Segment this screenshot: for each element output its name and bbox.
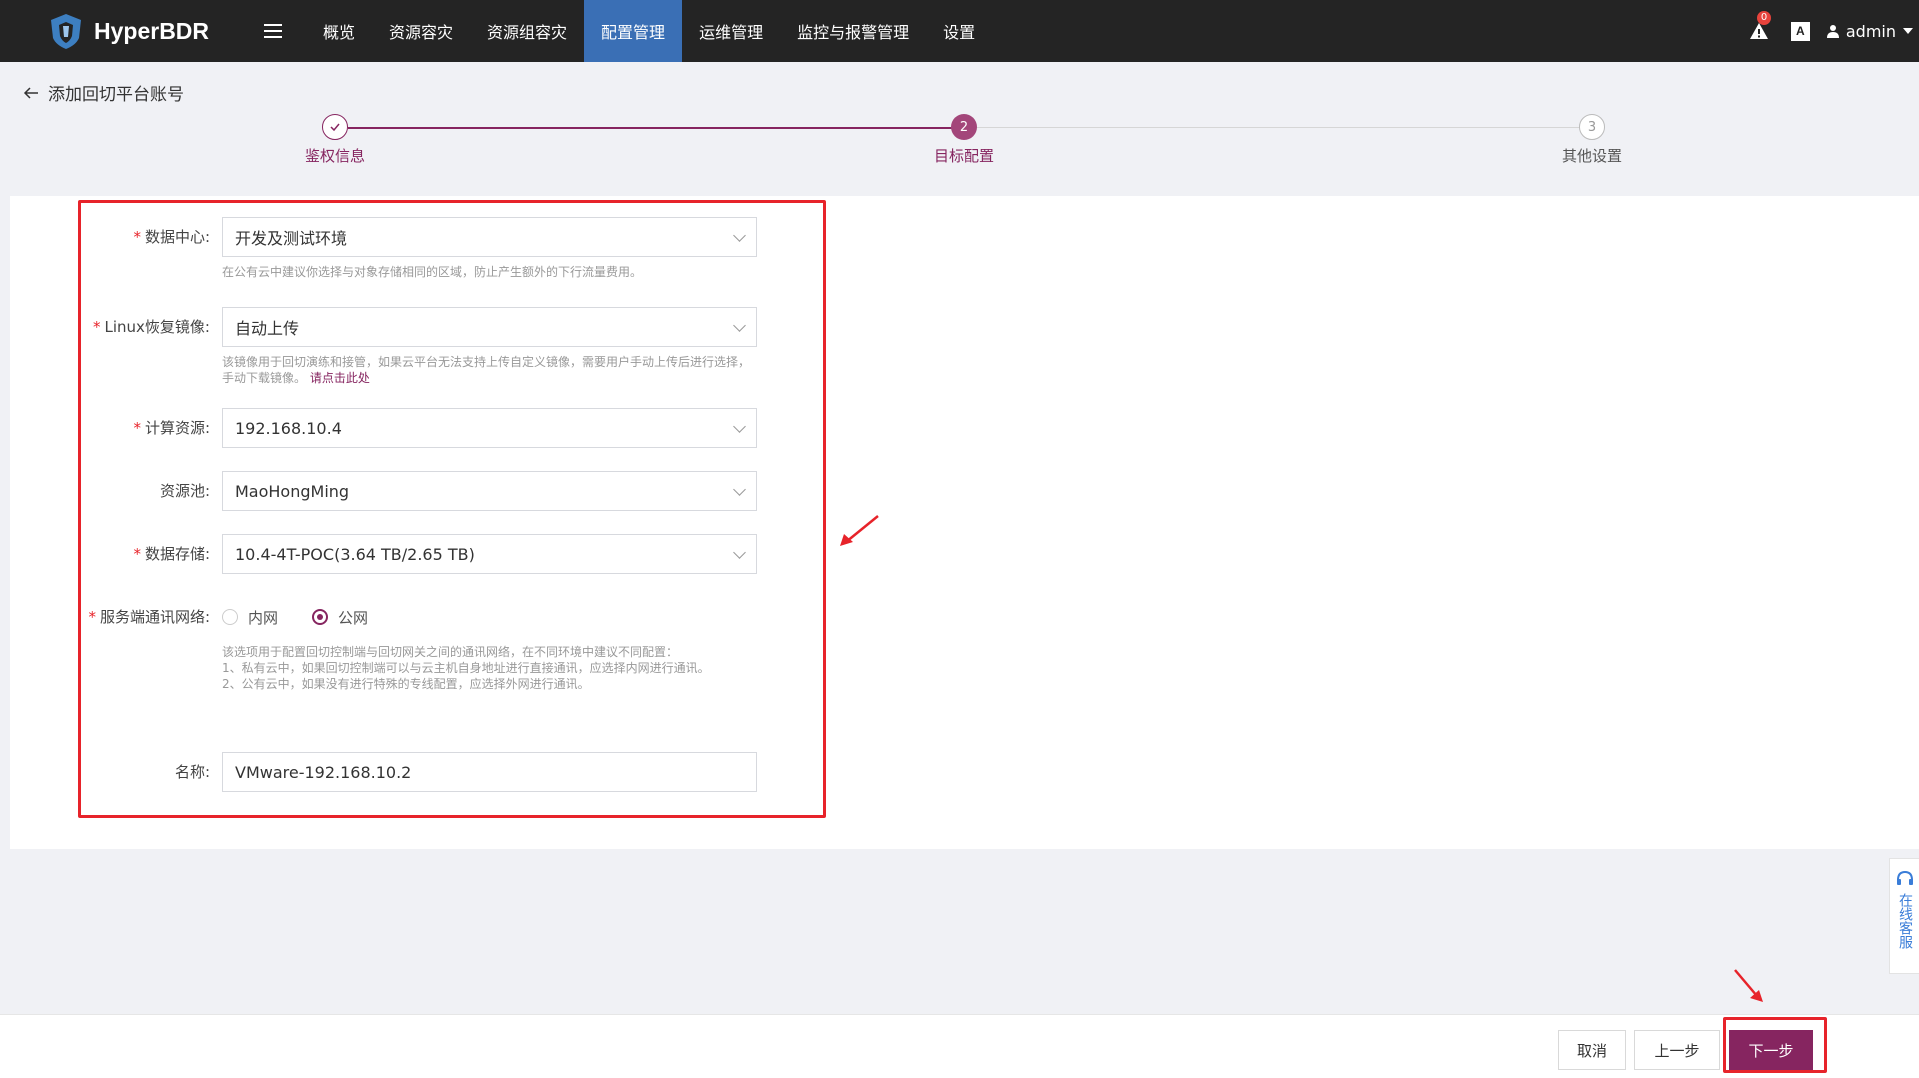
- step-2: 2 目标配置: [904, 108, 1024, 166]
- language-switch-icon[interactable]: A: [1790, 21, 1810, 41]
- wizard-steps: 鉴权信息 2 目标配置 3 其他设置: [0, 108, 1919, 168]
- footer-bar: [0, 1014, 1919, 1078]
- step-connector-done: [348, 127, 964, 129]
- nav-item-5[interactable]: 监控与报警管理: [780, 0, 926, 62]
- main-nav: 概览 资源容灾 资源组容灾 配置管理 运维管理 监控与报警管理 设置: [306, 0, 992, 62]
- page-header: 添加回切平台账号: [22, 80, 184, 105]
- shield-logo-icon: [51, 14, 81, 49]
- step-1: 鉴权信息: [275, 108, 395, 166]
- back-arrow-icon[interactable]: [22, 84, 40, 102]
- page-title: 添加回切平台账号: [48, 85, 184, 105]
- nav-item-0[interactable]: 概览: [306, 0, 372, 62]
- nav-item-1[interactable]: 资源容灾: [372, 0, 470, 62]
- user-menu[interactable]: admin: [1826, 22, 1913, 41]
- step-3: 3 其他设置: [1532, 108, 1652, 166]
- step-2-label: 目标配置: [933, 147, 994, 165]
- annotation-arrow-icon: [840, 515, 879, 546]
- prev-step-button[interactable]: 上一步: [1634, 1030, 1720, 1070]
- step-2-number: 2: [951, 114, 977, 140]
- brand-logo[interactable]: HyperBDR: [46, 11, 242, 51]
- headset-icon: [1896, 870, 1913, 885]
- brand-name: HyperBDR: [94, 17, 210, 44]
- check-icon: [322, 114, 348, 140]
- step-connector-pending: [977, 127, 1582, 128]
- nav-item-6[interactable]: 设置: [926, 0, 992, 62]
- user-name: admin: [1845, 21, 1896, 41]
- alert-count-badge: 0: [1756, 11, 1772, 25]
- nav-item-4[interactable]: 运维管理: [682, 0, 780, 62]
- chevron-down-icon: [1903, 28, 1913, 34]
- user-icon: [1826, 25, 1839, 38]
- cancel-button[interactable]: 取消: [1558, 1030, 1626, 1070]
- top-navigation-bar: HyperBDR 概览 资源容灾 资源组容灾 配置管理 运维管理 监控与报警管理 设置 0 …: [0, 0, 1919, 62]
- online-service-tab[interactable]: 在线客服: [1889, 858, 1919, 974]
- annotation-box: [78, 200, 826, 818]
- menu-toggle-icon[interactable]: [242, 0, 304, 62]
- alert-bell[interactable]: 0: [1749, 11, 1772, 41]
- online-service-label: 在线客服: [1897, 893, 1913, 949]
- top-right-tools: 0 A admin: [1749, 0, 1913, 62]
- nav-item-2[interactable]: 资源组容灾: [470, 0, 584, 62]
- step-3-label: 其他设置: [1561, 147, 1622, 165]
- step-1-label: 鉴权信息: [304, 147, 365, 165]
- annotation-arrow-icon: [1734, 969, 1763, 1002]
- step-3-number: 3: [1579, 114, 1605, 140]
- nav-item-3[interactable]: 配置管理: [584, 0, 683, 62]
- annotation-box: [1723, 1017, 1827, 1073]
